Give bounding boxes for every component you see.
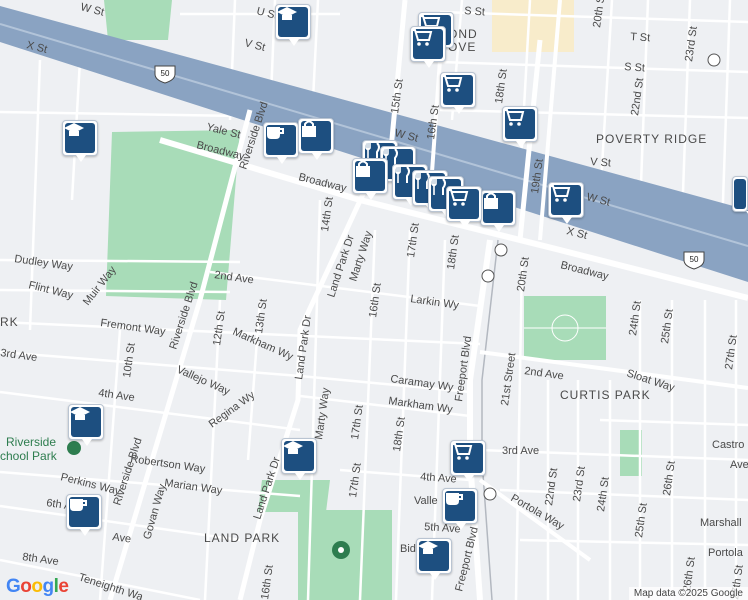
park-pin-icon[interactable] <box>332 541 350 559</box>
cafe-marker-sixth[interactable] <box>66 494 102 536</box>
map-canvas[interactable]: 50 50 POVERTY RIDGE CURTIS PARK LAND PAR… <box>0 0 748 600</box>
school-marker-south[interactable] <box>416 538 452 580</box>
shopping-cart-icon <box>452 443 473 460</box>
label-bid: Bid <box>400 543 416 555</box>
coffee-cup-icon <box>446 493 463 505</box>
store-marker-broadway[interactable] <box>480 190 516 232</box>
shopping-cart-icon <box>412 29 433 46</box>
label-castro: Castro <box>712 439 744 451</box>
label-riverside-school-park-2: chool Park <box>0 449 58 463</box>
shopping-bag-icon <box>356 160 370 177</box>
map-base: 50 50 POVERTY RIDGE CURTIS PARK LAND PAR… <box>0 0 748 600</box>
google-logo: Google <box>6 576 69 597</box>
label-portola: Portola <box>708 547 744 559</box>
cafe-marker-yale[interactable] <box>263 122 299 164</box>
label-curtis-park: CURTIS PARK <box>560 388 651 402</box>
label-ave-partial: Ave <box>730 459 748 471</box>
label-t-st: T St <box>630 31 651 44</box>
school-icon <box>283 441 303 454</box>
store-marker-cluster[interactable] <box>352 158 388 200</box>
label-west-partial: RK <box>0 315 19 329</box>
fork-knife-icon <box>395 166 410 183</box>
shopping-bag-icon <box>302 120 316 137</box>
grocery-marker-t-st[interactable] <box>440 72 476 114</box>
grocery-marker-freeport[interactable] <box>450 440 486 482</box>
grocery-marker-richmond[interactable] <box>410 26 446 68</box>
label-3rd-ave-east: 3rd Ave <box>502 445 539 457</box>
school-marker-edge[interactable] <box>732 176 748 218</box>
label-v-st-east: V St <box>590 156 612 169</box>
cafe-marker-freeport[interactable] <box>442 488 478 530</box>
school-marker-top[interactable] <box>275 4 311 46</box>
shopping-cart-icon <box>504 109 525 126</box>
school-marker-landpark[interactable] <box>281 438 317 480</box>
school-icon <box>64 123 84 136</box>
school-marker-west[interactable] <box>62 120 98 162</box>
svg-text:50: 50 <box>161 69 170 78</box>
park-area-east <box>620 430 642 476</box>
label-marshall: Marshall <box>700 517 742 529</box>
label-s-st: S St <box>464 5 486 18</box>
school-marker-riverside[interactable] <box>68 404 104 446</box>
label-riverside-school-park-1: Riverside <box>6 435 56 449</box>
map-attribution[interactable]: Map data ©2025 Google <box>628 587 748 600</box>
shopping-bag-icon <box>484 192 498 209</box>
label-land-park: LAND PARK <box>204 531 280 545</box>
coffee-cup-icon <box>267 127 284 139</box>
school-icon <box>418 541 438 554</box>
svg-text:50: 50 <box>690 255 699 264</box>
label-valle: Valle <box>414 495 438 507</box>
grocery-marker-x-st[interactable] <box>548 182 584 224</box>
store-marker-yale[interactable] <box>298 118 334 160</box>
school-icon <box>70 407 90 420</box>
shopping-cart-icon <box>442 75 463 92</box>
grocery-marker-v-st[interactable] <box>502 106 538 148</box>
shopping-cart-icon <box>448 189 469 206</box>
riverside-park-pin-icon[interactable] <box>67 441 81 455</box>
shopping-cart-icon <box>550 185 571 202</box>
grocery-marker-19th[interactable] <box>446 186 482 228</box>
coffee-cup-icon <box>70 499 87 511</box>
commercial-zone <box>492 0 574 52</box>
label-s-st-east: S St <box>624 61 646 74</box>
label-poverty-ridge: POVERTY RIDGE <box>596 132 707 146</box>
school-icon <box>277 7 297 20</box>
park-area-top <box>104 0 172 40</box>
